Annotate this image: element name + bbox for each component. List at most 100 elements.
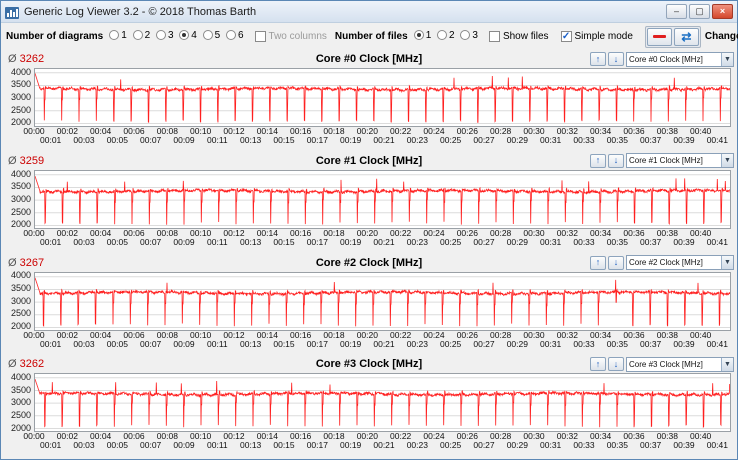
y-tick-label: 4000	[10, 66, 31, 77]
x-tick-label: 00:31	[540, 440, 562, 451]
radio-diagrams-6[interactable]: 6	[225, 30, 244, 41]
x-tick-label: 00:31	[540, 236, 562, 247]
y-tick-label: 2500	[10, 104, 31, 115]
down-arrow-icon: ↓	[613, 257, 619, 267]
up-arrow-icon: ↑	[595, 358, 601, 369]
move-diagram-down-button[interactable]: ↓	[608, 357, 624, 372]
app-icon	[5, 6, 19, 19]
average-value: Ø 3259	[8, 154, 45, 167]
x-tick-label: 00:01	[40, 236, 62, 247]
x-tick-label: 00:29	[506, 135, 528, 145]
x-tick-label: 00:11	[207, 236, 228, 247]
diagrams-label: Number of diagrams	[6, 31, 104, 42]
radio-files-3[interactable]: 3	[460, 30, 478, 41]
chevron-down-icon: ▼	[721, 154, 733, 168]
show-files-checkbox[interactable]: Show files	[488, 31, 549, 42]
radio-diagrams-2[interactable]: 2	[132, 29, 151, 41]
move-diagram-down-button[interactable]: ↓	[608, 52, 624, 66]
diagram-panel-core2: Ø 3267 Core #2 Clock [MHz] ↑ ↓ Core #2 C…	[4, 254, 734, 356]
x-tick-label: 00:19	[340, 440, 362, 451]
radio-files-2[interactable]: 2	[437, 30, 455, 41]
simple-mode-checkbox[interactable]: Simple mode	[560, 31, 633, 42]
radio-icon	[155, 30, 166, 41]
x-tick-label: 00:35	[606, 236, 628, 247]
radio-diagrams-4[interactable]: 4	[179, 30, 197, 41]
chevron-down-icon: ▼	[721, 256, 733, 269]
radio-label: 5	[214, 29, 221, 41]
y-tick-label: 2500	[10, 410, 31, 421]
radio-diagrams-1[interactable]: 1	[109, 30, 127, 41]
radio-icon	[132, 30, 143, 41]
y-tick-label: 3000	[10, 92, 31, 103]
x-tick-label: 00:37	[640, 135, 662, 145]
y-tick-label: 3000	[10, 193, 31, 204]
move-diagram-up-button[interactable]: ↑	[590, 255, 606, 270]
chevron-down-icon: ▼	[721, 52, 733, 66]
x-tick-label: 00:35	[606, 338, 628, 349]
x-tick-label: 00:05	[106, 236, 128, 247]
move-diagram-down-button[interactable]: ↓	[608, 153, 624, 168]
radio-label: 3	[472, 29, 478, 41]
x-tick-label: 00:09	[173, 440, 195, 451]
average-value: Ø 3262	[8, 53, 45, 65]
x-tick-label: 00:25	[440, 440, 462, 451]
move-diagram-up-button[interactable]: ↑	[590, 153, 606, 168]
radio-diagrams-5[interactable]: 5	[202, 29, 221, 41]
y-tick-label: 4000	[10, 372, 31, 383]
x-tick-label: 00:05	[106, 135, 128, 145]
x-tick-label: 00:41	[706, 338, 728, 349]
radio-icon	[225, 30, 236, 41]
move-diagram-down-button[interactable]: ↓	[608, 255, 624, 270]
minimize-button[interactable]: –	[666, 4, 687, 19]
diagram-panel-core3: Ø 3262 Core #3 Clock [MHz] ↑ ↓ Core #3 C…	[4, 355, 734, 457]
change-all-group: Change all ↑ ↓	[705, 28, 738, 46]
y-tick-label: 2500	[10, 206, 31, 217]
line-color-button[interactable]	[646, 27, 672, 46]
radio-diagrams-3[interactable]: 3	[155, 29, 174, 41]
signal-select[interactable]: Core #3 Clock [MHz] ▼	[626, 356, 734, 372]
y-tick-label: 3500	[10, 282, 31, 293]
y-axis-labels: 4000 3500 3000 2500 2000	[4, 372, 34, 433]
y-tick-label: 3000	[10, 397, 31, 408]
x-tick-label: 00:39	[673, 338, 695, 349]
x-tick-label: 00:29	[506, 338, 528, 349]
radio-files-1[interactable]: 1	[413, 30, 431, 41]
x-tick-label: 00:07	[140, 440, 162, 451]
x-tick-label: 00:19	[340, 135, 362, 145]
x-tick-label: 00:21	[373, 236, 395, 247]
signal-select[interactable]: Core #2 Clock [MHz] ▼	[626, 255, 734, 270]
checkbox-label: Simple mode	[574, 31, 633, 42]
x-tick-label: 00:35	[606, 440, 628, 451]
maximize-button[interactable]: ▢	[689, 4, 710, 19]
x-tick-label: 00:15	[273, 236, 295, 247]
two-columns-checkbox[interactable]: Two columns	[254, 31, 327, 42]
x-tick-label: 00:21	[373, 338, 395, 349]
x-tick-label: 00:23	[406, 440, 428, 451]
up-arrow-icon: ↑	[595, 257, 601, 267]
refresh-button[interactable]: ⇄	[673, 27, 699, 46]
signal-select[interactable]: Core #0 Clock [MHz] ▼	[626, 51, 734, 67]
y-tick-label: 3000	[10, 295, 31, 306]
signal-select[interactable]: Core #1 Clock [MHz] ▼	[626, 153, 734, 169]
x-tick-label: 00:09	[173, 236, 195, 247]
move-diagram-up-button[interactable]: ↑	[590, 357, 606, 372]
change-all-label: Change all	[704, 31, 738, 42]
x-tick-label: 00:05	[106, 440, 128, 451]
checkbox-icon	[560, 31, 572, 42]
x-tick-label: 00:25	[440, 236, 462, 247]
chart-plot	[34, 169, 731, 229]
y-tick-label: 2500	[10, 308, 31, 319]
x-tick-label: 00:25	[440, 338, 462, 349]
checkbox-label: Two columns	[268, 31, 327, 42]
x-tick-label: 00:17	[306, 440, 328, 451]
y-tick-label: 4000	[10, 270, 31, 281]
y-tick-label: 3500	[10, 384, 31, 395]
x-tick-label: 00:33	[573, 135, 595, 145]
radio-label: 2	[144, 29, 151, 41]
title-bar: Generic Log Viewer 3.2 - © 2018 Thomas B…	[1, 1, 737, 23]
close-button[interactable]: ×	[712, 4, 733, 19]
radio-label: 3	[167, 29, 174, 41]
move-diagram-up-button[interactable]: ↑	[590, 52, 606, 66]
chevron-down-icon: ▼	[721, 357, 733, 371]
radio-label: 2	[449, 29, 455, 41]
